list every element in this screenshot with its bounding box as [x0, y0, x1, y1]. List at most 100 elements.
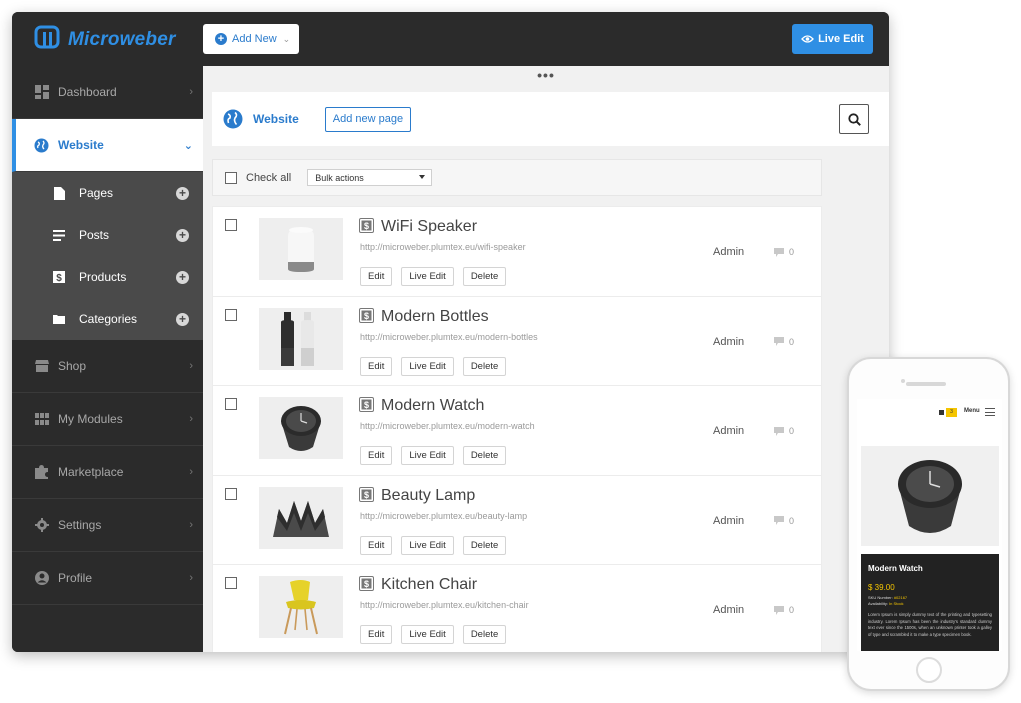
edit-button[interactable]: Edit	[360, 446, 392, 465]
delete-button[interactable]: Delete	[463, 267, 506, 286]
comments-count[interactable]: 0	[774, 247, 794, 257]
sidebar: Dashboard › Website ⌄ Pages + Posts + $ …	[12, 66, 203, 652]
cart-count-badge: 3	[946, 408, 957, 417]
row-checkbox[interactable]	[225, 577, 237, 589]
comments-value: 0	[789, 426, 794, 436]
product-url[interactable]: http://microweber.plumtex.eu/modern-watc…	[360, 421, 535, 431]
puzzle-icon	[34, 465, 49, 480]
comment-icon	[774, 337, 784, 346]
product-url[interactable]: http://microweber.plumtex.eu/beauty-lamp	[360, 511, 527, 521]
live-edit-button[interactable]: Live Edit	[401, 357, 453, 376]
product-thumbnail[interactable]	[259, 308, 343, 370]
posts-icon	[52, 228, 66, 242]
check-all-checkbox[interactable]	[225, 172, 237, 184]
add-new-page-button[interactable]: Add new page	[325, 107, 411, 132]
sidebar-item-website[interactable]: Website ⌄	[12, 119, 203, 172]
row-checkbox[interactable]	[225, 219, 237, 231]
product-title[interactable]: Modern Watch	[381, 397, 484, 415]
sidebar-subitem-products[interactable]: $ Products +	[12, 256, 203, 298]
product-url[interactable]: http://microweber.plumtex.eu/wifi-speake…	[360, 242, 526, 252]
svg-text:$: $	[364, 579, 369, 589]
modules-icon	[34, 412, 49, 427]
sidebar-item-label: Settings	[58, 518, 101, 532]
comment-icon	[774, 248, 784, 257]
plus-icon: +	[215, 33, 227, 45]
delete-button[interactable]: Delete	[463, 625, 506, 644]
svg-text:$: $	[56, 273, 62, 283]
delete-button[interactable]: Delete	[463, 357, 506, 376]
add-new-button[interactable]: + Add New ⌄	[203, 24, 299, 54]
live-edit-button[interactable]: Live Edit	[401, 625, 453, 644]
eye-icon	[801, 34, 814, 44]
sidebar-item-label: Marketplace	[58, 465, 123, 479]
delete-button[interactable]: Delete	[463, 446, 506, 465]
table-row: $ WiFi Speaker http://microweber.plumtex…	[212, 206, 822, 296]
mobile-menu-label[interactable]: Menu	[964, 408, 980, 414]
subitem-label: Pages	[79, 186, 113, 200]
mobile-product-description: Lorem Ipsum is simply dummy text of the …	[868, 612, 992, 638]
edit-button[interactable]: Edit	[360, 536, 392, 555]
mobile-product-image	[861, 446, 999, 546]
product-list: $ WiFi Speaker http://microweber.plumtex…	[212, 206, 822, 652]
sidebar-item-profile[interactable]: Profile ›	[12, 552, 203, 605]
add-post-plus-icon[interactable]: +	[176, 229, 189, 242]
sidebar-subitem-pages[interactable]: Pages +	[12, 172, 203, 214]
live-edit-button[interactable]: Live Edit	[401, 267, 453, 286]
live-edit-button[interactable]: Live Edit	[792, 24, 873, 54]
sidebar-item-settings[interactable]: Settings ›	[12, 499, 203, 552]
availability-value: In Stock	[889, 601, 903, 606]
caret-down-icon	[419, 175, 425, 179]
product-thumbnail[interactable]	[259, 218, 343, 280]
phone-preview: 3 Menu Modern Watch $ 39.00 SKU Number: …	[847, 357, 1010, 691]
comments-count[interactable]: 0	[774, 337, 794, 347]
sidebar-subitem-posts[interactable]: Posts +	[12, 214, 203, 256]
search-button[interactable]	[839, 104, 869, 134]
globe-icon	[34, 138, 49, 153]
row-checkbox[interactable]	[225, 488, 237, 500]
comments-value: 0	[789, 516, 794, 526]
comments-value: 0	[789, 605, 794, 615]
row-checkbox[interactable]	[225, 398, 237, 410]
row-checkbox[interactable]	[225, 309, 237, 321]
delete-button[interactable]: Delete	[463, 536, 506, 555]
gear-icon	[34, 518, 49, 533]
comments-count[interactable]: 0	[774, 516, 794, 526]
edit-button[interactable]: Edit	[360, 267, 392, 286]
product-icon: $	[359, 397, 374, 412]
product-title[interactable]: WiFi Speaker	[381, 218, 477, 236]
product-thumbnail[interactable]	[259, 397, 343, 459]
product-url[interactable]: http://microweber.plumtex.eu/kitchen-cha…	[360, 600, 529, 610]
svg-text:$: $	[364, 400, 369, 410]
product-title[interactable]: Beauty Lamp	[381, 487, 475, 505]
chevron-right-icon: ›	[189, 572, 193, 584]
table-row: $ Kitchen Chair http://microweber.plumte…	[212, 564, 822, 652]
add-product-plus-icon[interactable]: +	[176, 271, 189, 284]
sidebar-item-dashboard[interactable]: Dashboard ›	[12, 66, 203, 119]
product-icon: $	[359, 576, 374, 591]
live-edit-button[interactable]: Live Edit	[401, 446, 453, 465]
product-title[interactable]: Modern Bottles	[381, 308, 489, 326]
product-thumbnail[interactable]	[259, 487, 343, 549]
comments-count[interactable]: 0	[774, 605, 794, 615]
live-edit-button[interactable]: Live Edit	[401, 536, 453, 555]
sidebar-item-marketplace[interactable]: Marketplace ›	[12, 446, 203, 499]
search-icon	[848, 113, 861, 126]
sidebar-item-my-modules[interactable]: My Modules ›	[12, 393, 203, 446]
logo[interactable]: Microweber	[34, 24, 176, 55]
add-category-plus-icon[interactable]: +	[176, 313, 189, 326]
user-icon	[34, 571, 49, 586]
add-page-plus-icon[interactable]: +	[176, 187, 189, 200]
bulk-actions-select[interactable]: Bulk actions	[307, 169, 432, 186]
sidebar-subitem-categories[interactable]: Categories +	[12, 298, 203, 340]
sku-value: #02167	[894, 595, 907, 600]
drag-handle[interactable]: •••	[203, 66, 889, 90]
comments-count[interactable]: 0	[774, 426, 794, 436]
edit-button[interactable]: Edit	[360, 625, 392, 644]
hamburger-icon[interactable]	[985, 408, 995, 416]
sidebar-item-shop[interactable]: Shop ›	[12, 340, 203, 393]
cart-icon[interactable]	[939, 410, 944, 415]
product-thumbnail[interactable]	[259, 576, 343, 638]
product-title[interactable]: Kitchen Chair	[381, 576, 477, 594]
product-url[interactable]: http://microweber.plumtex.eu/modern-bott…	[360, 332, 538, 342]
edit-button[interactable]: Edit	[360, 357, 392, 376]
